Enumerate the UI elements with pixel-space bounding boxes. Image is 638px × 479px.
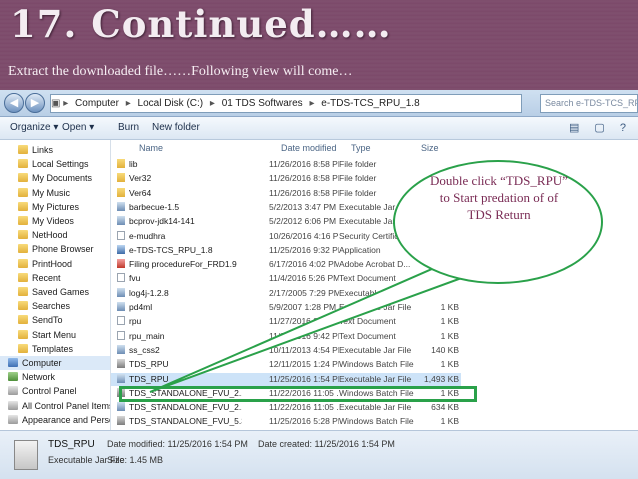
callout-text: Double click “TDS_RPU” to Start predatio… <box>430 173 568 222</box>
